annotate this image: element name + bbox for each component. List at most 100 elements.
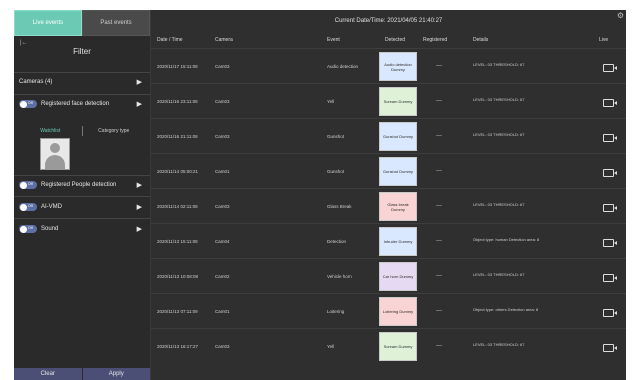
col-registered[interactable]: Registered	[423, 37, 447, 43]
table-row[interactable]: 2020/11/13 10:08:08 Cam02 Vehicle horn Car …	[151, 258, 626, 294]
tab-watchlist[interactable]: Watchlist	[19, 126, 83, 136]
row-event: Gunshot	[327, 169, 345, 174]
row-details: LEVEL: 03 THRESHOLD: 67	[473, 202, 525, 207]
row-details: LEVEL: 03 THRESHOLD: 67	[473, 132, 525, 137]
row-event: Vehicle horn	[327, 274, 352, 279]
face-detection-toggle[interactable]: Off	[19, 100, 37, 108]
chevron-right-icon: ▶	[136, 204, 142, 211]
detected-badge[interactable]: Glass break Dummy	[379, 192, 417, 221]
row-camera: Cam02	[215, 274, 230, 279]
tab-past-events[interactable]: Past events	[82, 10, 150, 36]
detected-badge[interactable]: Loitering Dummy	[379, 297, 417, 326]
divider	[14, 175, 150, 176]
live-camera-icon[interactable]	[603, 274, 617, 282]
people-detection-filter[interactable]: Off Registered People detection ▶	[14, 177, 150, 193]
row-camera: Cam03	[215, 64, 230, 69]
row-datetime: 2020/11/13 07:11:09	[157, 309, 198, 314]
chevron-right-icon: ▶	[136, 101, 142, 108]
detected-badge[interactable]: Gunshot Dummy	[379, 122, 417, 151]
chevron-right-icon: ▶	[136, 182, 142, 189]
avatar-body	[45, 155, 65, 169]
people-detection-toggle[interactable]: Off	[19, 181, 37, 189]
row-registered: —	[436, 168, 442, 174]
sound-toggle[interactable]: Off	[19, 225, 37, 233]
toggle-knob	[19, 181, 27, 189]
detected-badge[interactable]: Gunshot Dummy	[379, 157, 417, 186]
aivmd-label: AI-VMD	[41, 204, 62, 210]
col-datetime[interactable]: Date / Time	[157, 37, 183, 43]
col-camera[interactable]: Camera	[215, 37, 233, 43]
divider	[14, 72, 150, 73]
col-live[interactable]: Live	[599, 37, 608, 43]
table-row[interactable]: 2020/11/13 15:11:08 Cam04 Detection Intrude…	[151, 223, 626, 259]
row-event: Gunshot	[327, 134, 345, 139]
row-datetime: 2020/11/14 05:00:21	[157, 169, 198, 174]
live-camera-icon[interactable]	[603, 239, 617, 247]
detected-badge[interactable]: Audio detection Dummy	[379, 52, 417, 81]
table-row[interactable]: 2020/11/14 05:00:21 Cam01 Gunshot Gunshot D…	[151, 153, 626, 189]
row-camera: Cam03	[215, 204, 230, 209]
row-camera: Cam03	[215, 99, 230, 104]
avatar[interactable]	[40, 138, 70, 170]
row-camera: Cam04	[215, 239, 230, 244]
aivmd-toggle[interactable]: Off	[19, 203, 37, 211]
tab-live-events[interactable]: Live events	[14, 10, 82, 36]
row-registered: —	[436, 98, 442, 104]
live-camera-icon[interactable]	[603, 99, 617, 107]
gear-icon[interactable]: ⚙	[617, 11, 624, 20]
event-tabs: Live events Past events	[14, 10, 150, 36]
detected-badge[interactable]: Car horn Dummy	[379, 262, 417, 291]
row-camera: Cam01	[215, 309, 230, 314]
filter-title: Filter	[73, 47, 91, 56]
filter-sidebar: Live events Past events |← Filter Camera…	[14, 10, 151, 380]
row-datetime: 2020/11/14 02:11:08	[157, 204, 198, 209]
detected-badge[interactable]: Scream Dummy	[379, 332, 417, 361]
live-camera-icon[interactable]	[603, 134, 617, 142]
divider	[14, 196, 150, 197]
face-subtabs: Watchlist Category type	[19, 126, 145, 136]
chevron-right-icon: ▶	[136, 79, 142, 86]
collapse-icon[interactable]: |←	[20, 40, 28, 46]
live-camera-icon[interactable]	[603, 309, 617, 317]
col-event[interactable]: Event	[327, 37, 340, 43]
table-row[interactable]: 2020/11/17 15:11:08 Cam03 Audio detection A…	[151, 48, 626, 84]
chevron-right-icon: ▶	[136, 226, 142, 233]
face-detection-filter[interactable]: Off Registered face detection ▶	[14, 96, 150, 112]
sound-filter[interactable]: Off Sound ▶	[14, 221, 150, 237]
live-camera-icon[interactable]	[603, 169, 617, 177]
row-details: LEVEL: 03 THRESHOLD: 67	[473, 62, 525, 67]
row-details: Object type: human Detection area: 8	[473, 237, 540, 242]
live-camera-icon[interactable]	[603, 204, 617, 212]
toggle-state: Off	[28, 182, 33, 186]
table-row[interactable]: 2020/11/13 07:11:09 Cam01 Loitering Loiteri…	[151, 293, 626, 329]
table-row[interactable]: 2020/11/13 16:17:27 Cam03 Yell Scream Dummy…	[151, 328, 626, 364]
table-row[interactable]: 2020/11/14 02:11:08 Cam03 Glass Break Glass…	[151, 188, 626, 224]
row-datetime: 2020/11/17 15:11:08	[157, 64, 198, 69]
col-detected[interactable]: Detected	[385, 37, 405, 43]
tab-category-type[interactable]: Category type	[83, 126, 146, 136]
row-event: Yell	[327, 99, 335, 104]
toggle-state: Off	[28, 101, 33, 105]
row-registered: —	[436, 238, 442, 244]
table-row[interactable]: 2020/11/16 21:11:08 Cam03 Gunshot Gunshot D…	[151, 118, 626, 154]
detected-badge[interactable]: Scream Dummy	[379, 87, 417, 116]
toggle-state: Off	[28, 204, 33, 208]
live-camera-icon[interactable]	[603, 64, 617, 72]
row-event: Detection	[327, 239, 347, 244]
aivmd-filter[interactable]: Off AI-VMD ▶	[14, 199, 150, 215]
people-detection-label: Registered People detection	[41, 182, 117, 188]
detected-badge[interactable]: Intruder Dummy	[379, 227, 417, 256]
row-registered: —	[436, 63, 442, 69]
row-details: LEVEL: 03 THRESHOLD: 67	[473, 97, 525, 102]
col-details[interactable]: Details	[473, 37, 488, 43]
live-camera-icon[interactable]	[603, 344, 617, 352]
row-registered: —	[436, 343, 442, 349]
apply-button[interactable]: Apply	[81, 368, 150, 380]
row-event: Loitering	[327, 309, 345, 314]
row-camera: Cam03	[215, 134, 230, 139]
divider	[14, 218, 150, 219]
cameras-filter[interactable]: Cameras (4) ▶	[14, 74, 150, 90]
table-row[interactable]: 2020/11/16 23:11:08 Cam03 Yell Scream Dummy…	[151, 83, 626, 119]
clear-button[interactable]: Clear	[14, 368, 82, 380]
current-datetime: Current Date/Time: 2021/04/05 21:40:27	[334, 18, 443, 24]
